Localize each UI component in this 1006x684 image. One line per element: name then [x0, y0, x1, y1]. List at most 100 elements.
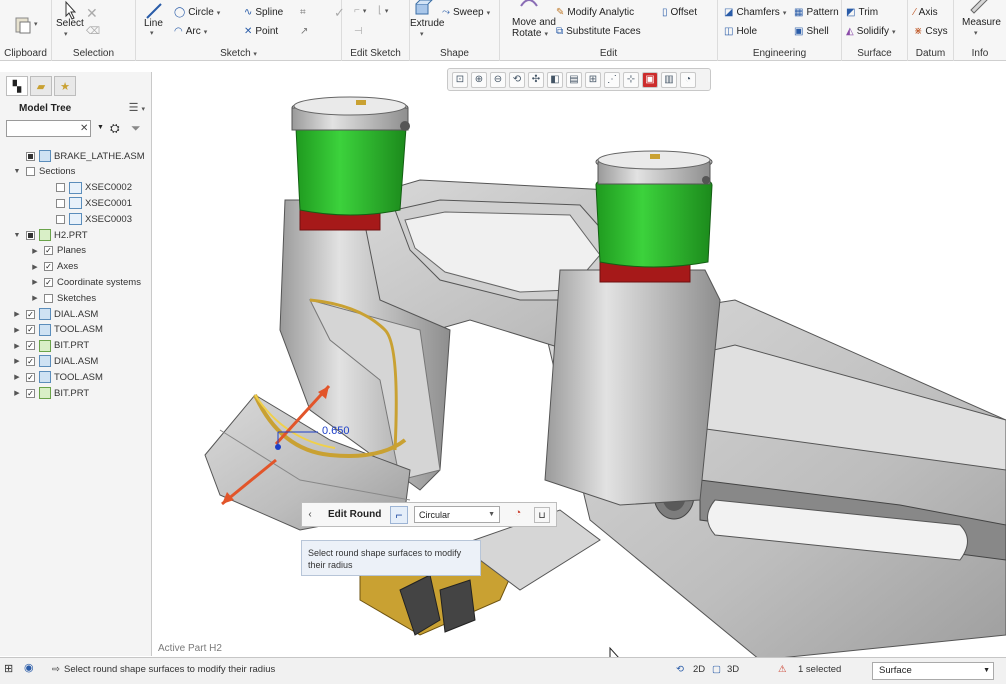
tree-item[interactable]: ▶ ✓ BIT.PRT	[12, 338, 89, 354]
spin-center-icon[interactable]: ◔	[680, 71, 696, 88]
delete-icon[interactable]: ✕	[86, 5, 98, 22]
tree-expander-icon[interactable]: ▼	[12, 168, 22, 175]
select-round-surfaces-icon[interactable]: ⌐	[390, 505, 408, 524]
tree-settings-icon[interactable]: ☰ ▾	[129, 101, 145, 114]
tree-expander-icon[interactable]: ▶	[30, 294, 40, 302]
tree-expander-icon[interactable]: ▼	[12, 232, 22, 239]
tree-item[interactable]: BRAKE_LATHE.ASM	[12, 148, 145, 164]
refit-icon[interactable]: ⊡	[452, 71, 468, 88]
search-dropdown-icon[interactable]: ▼	[97, 124, 104, 131]
tree-expander-icon[interactable]: ▶	[12, 310, 22, 318]
selection-count[interactable]: 1 selected	[798, 664, 841, 675]
filter-icon[interactable]: ⏷	[131, 121, 141, 136]
2d-mode-icon[interactable]: ⟲	[676, 664, 684, 675]
display-style-icon[interactable]: ◧	[547, 71, 563, 88]
2d-mode-button[interactable]: 2D	[693, 664, 705, 675]
tree-expander-icon[interactable]: ▶	[12, 357, 22, 365]
tree-checkbox[interactable]: ✓	[44, 277, 53, 287]
graphics-window[interactable]	[153, 92, 1006, 657]
extrude-icon[interactable]	[412, 0, 434, 20]
annotation-display-icon[interactable]: ▥	[661, 71, 677, 88]
tree-checkbox[interactable]	[56, 198, 65, 208]
move-rotate-button[interactable]: Rotate ▾	[512, 28, 548, 39]
project-icon[interactable]: ⌗	[300, 7, 306, 18]
tree-item[interactable]: ▶ ✓ TOOL.ASM	[12, 369, 103, 385]
measure-icon[interactable]	[968, 0, 990, 16]
perspective-icon[interactable]: ⋰	[604, 71, 620, 88]
tree-item[interactable]: ▶ ✓ Coordinate systems	[30, 274, 141, 290]
pattern-button[interactable]: ▦ Pattern	[794, 7, 839, 18]
checkmark-icon[interactable]: ✓	[334, 5, 345, 21]
model-3d-view[interactable]	[153, 92, 1006, 657]
line-button[interactable]: Line	[144, 18, 163, 29]
extrude-button[interactable]: Extrude	[410, 18, 444, 29]
tree-expander-icon[interactable]: ▶	[30, 263, 40, 271]
tree-checkbox[interactable]: ✓	[44, 246, 53, 256]
tree-expander-icon[interactable]: ▶	[12, 326, 22, 334]
round-settings-icon[interactable]: ⊔	[534, 506, 550, 523]
trim-button[interactable]: ◩ Trim	[846, 7, 878, 18]
tree-item[interactable]: ▶ ✓ BIT.PRT	[12, 385, 89, 401]
shell-button[interactable]: ▣ Shell	[794, 26, 829, 37]
tree-item[interactable]: ▶ ✓ TOOL.ASM	[12, 322, 103, 338]
tree-checkbox[interactable]: ✓	[26, 356, 35, 366]
offset-sketch-icon[interactable]: ↗	[300, 26, 308, 37]
tree-checkbox[interactable]: ✓	[26, 341, 35, 351]
paste-icon[interactable]	[12, 14, 34, 36]
tree-expander-icon[interactable]: ▶	[12, 342, 22, 350]
circle-button[interactable]: ◯ Circle ▾	[174, 7, 220, 18]
collapse-toolbar-icon[interactable]: ‹	[302, 509, 318, 520]
tree-checkbox[interactable]	[56, 214, 65, 224]
tree-item[interactable]: ▼ H2.PRT	[12, 227, 88, 243]
radius-dimension[interactable]: 0.650	[322, 425, 350, 437]
offset-button[interactable]: ▯ Offset	[662, 7, 697, 18]
clear-search-icon[interactable]: ✕	[80, 123, 88, 134]
tree-checkbox[interactable]	[26, 151, 35, 161]
tree-item[interactable]: XSEC0003	[42, 211, 132, 227]
tree-item[interactable]: ▶ Sketches	[30, 290, 96, 306]
tree-item[interactable]: ▶ ✓ Axes	[30, 259, 78, 275]
view-manager-icon[interactable]: ⊞	[585, 71, 601, 88]
solidify-button[interactable]: ◭ Solidify ▾	[846, 26, 895, 37]
tree-search-input[interactable]	[6, 120, 91, 137]
tree-checkbox[interactable]	[56, 183, 65, 193]
csys-button[interactable]: ⋇ Csys	[914, 26, 948, 37]
measure-button[interactable]: Measure	[962, 17, 1001, 28]
browser-icon[interactable]: ◉	[24, 661, 34, 674]
datum-display-icon[interactable]: ⊹	[623, 71, 639, 88]
sweep-button[interactable]: ⤳ Sweep ▾	[442, 7, 490, 18]
tree-item[interactable]: ▶ ✓ DIAL.ASM	[12, 306, 98, 322]
measure-dropdown[interactable]: ▾	[974, 29, 978, 37]
tree-checkbox[interactable]: ✓	[26, 388, 35, 398]
select-button[interactable]: Select	[56, 18, 84, 29]
toggle-navigator-icon[interactable]: ⊞	[4, 662, 13, 675]
arc-button[interactable]: ◠ Arc ▾	[174, 26, 207, 37]
selection-filter-select[interactable]: Surface ▼	[872, 662, 994, 680]
tree-expander-icon[interactable]: ▶	[30, 278, 40, 286]
trim-sketch-icon[interactable]: ⌊ ▾	[378, 5, 388, 16]
zoom-out-icon[interactable]: ⊖	[490, 71, 506, 88]
zoom-in-icon[interactable]: ⊕	[471, 71, 487, 88]
move-rotate-label-1[interactable]: Move and	[512, 17, 556, 28]
3d-mode-icon[interactable]: ▢	[712, 664, 721, 675]
favorites-tab-icon[interactable]: ★	[54, 76, 76, 96]
tree-item[interactable]: XSEC0001	[42, 195, 132, 211]
hole-button[interactable]: ◫ Hole	[724, 26, 757, 37]
tree-item[interactable]: XSEC0002	[42, 180, 132, 196]
round-shape-select[interactable]: Circular ▼	[414, 506, 500, 523]
tree-checkbox[interactable]	[26, 167, 35, 177]
tree-checkbox[interactable]: ✓	[26, 309, 35, 319]
tree-checkbox[interactable]	[26, 230, 35, 240]
tree-item[interactable]: ▶ ✓ DIAL.ASM	[12, 353, 98, 369]
tree-checkbox[interactable]: ✓	[44, 262, 53, 272]
chamfers-button[interactable]: ◪ Chamfers ▾	[724, 7, 786, 18]
divide-icon[interactable]: ⊣	[354, 26, 363, 37]
spline-button[interactable]: ∿ Spline	[244, 7, 283, 18]
substitute-faces-button[interactable]: ⧉ Substitute Faces	[556, 26, 641, 37]
corner-icon[interactable]: ⌐ ▾	[354, 5, 366, 16]
pan-icon[interactable]: ✣	[528, 71, 544, 88]
move-rotate-icon[interactable]	[518, 0, 540, 14]
clear-icon[interactable]: ⌫	[86, 26, 100, 37]
tree-checkbox[interactable]: ✓	[26, 372, 35, 382]
model-tree-tab-icon[interactable]: ▚	[6, 76, 28, 96]
